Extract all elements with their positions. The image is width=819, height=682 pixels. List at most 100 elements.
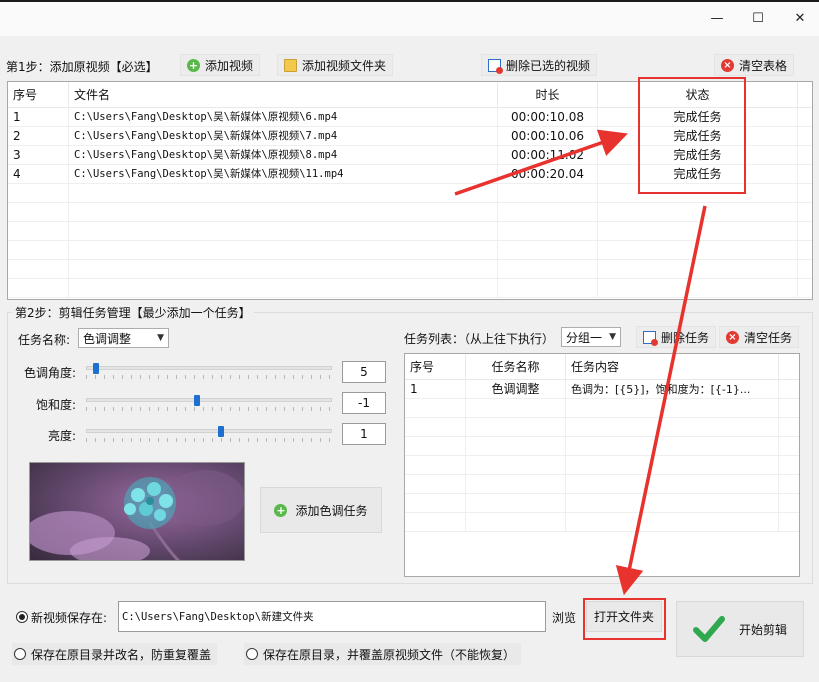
task-name-value: 色调调整 — [83, 331, 132, 346]
hue-value-box[interactable]: 5 — [342, 361, 386, 383]
option-rename-radio[interactable] — [14, 648, 26, 660]
status-highlight-box — [638, 77, 746, 194]
empty-row — [405, 494, 799, 513]
minimize-icon: — — [710, 10, 724, 26]
option-rename-label: 保存在原目录并改名，防重复覆盖 — [31, 647, 212, 662]
clear-icon: × — [726, 330, 739, 344]
task-row-name: 色调调整 — [466, 380, 566, 399]
hue-label: 色调角度: — [24, 366, 77, 380]
task-row-index: 1 — [405, 380, 466, 399]
maximize-button[interactable]: ☐ — [738, 6, 778, 30]
delete-task-label: 删除任务 — [661, 330, 710, 345]
step1-title: 第1步：添加原视频【必选】 — [6, 60, 158, 74]
empty-row — [8, 203, 812, 222]
task-name-label: 任务名称: — [18, 333, 71, 347]
row-index: 1 — [8, 108, 69, 127]
hue-slider[interactable] — [86, 362, 332, 380]
empty-row — [405, 399, 799, 418]
hue-slider-thumb[interactable] — [93, 363, 99, 374]
option-rename[interactable]: 保存在原目录并改名，防重复覆盖 — [12, 643, 218, 665]
start-edit-label: 开始剪辑 — [738, 622, 787, 637]
plus-icon: + — [274, 503, 288, 517]
minimize-button[interactable]: — — [697, 6, 737, 30]
row-duration: 00:00:20.04 — [498, 165, 598, 184]
folder-icon — [284, 58, 297, 72]
window-top-edge — [0, 0, 819, 2]
saturation-value: -1 — [358, 396, 370, 410]
clear-table-button[interactable]: × 清空表格 — [714, 54, 795, 76]
delete-selected-label: 删除已选的视频 — [506, 58, 591, 73]
add-folder-button[interactable]: 添加视频文件夹 — [277, 54, 394, 76]
row-filename: C:\Users\Fang\Desktop\吴\新媒体\原视频\11.mp4 — [69, 165, 498, 184]
output-path-value: C:\Users\Fang\Desktop\新建文件夹 — [122, 611, 314, 623]
start-edit-button[interactable]: 开始剪辑 — [676, 601, 804, 657]
empty-row — [405, 456, 799, 475]
saturation-slider[interactable] — [86, 394, 332, 412]
task-list-label: 任务列表：（从上往下执行） — [404, 332, 555, 346]
close-button[interactable]: ✕ — [780, 6, 819, 30]
step2-title: 第2步：剪辑任务管理【最少添加一个任务】 — [12, 304, 254, 321]
new-location-radio[interactable] — [16, 611, 28, 623]
task-table-header: 序号 任务名称 任务内容 — [405, 354, 799, 380]
clear-icon: × — [721, 58, 734, 72]
saturation-label: 饱和度: — [36, 398, 77, 412]
empty-row — [8, 279, 812, 298]
brightness-slider-thumb[interactable] — [218, 426, 224, 437]
preview-image — [29, 462, 245, 561]
add-tone-task-button[interactable]: + 添加色调任务 — [260, 487, 382, 533]
add-tone-task-label: 添加色调任务 — [295, 503, 368, 518]
brightness-slider[interactable] — [86, 425, 332, 443]
option-overwrite-radio[interactable] — [246, 648, 258, 660]
saturation-slider-thumb[interactable] — [194, 395, 200, 406]
empty-row — [8, 222, 812, 241]
chevron-down-icon: ▼ — [157, 333, 164, 343]
row-filename: C:\Users\Fang\Desktop\吴\新媒体\原视频\7.mp4 — [69, 127, 498, 146]
add-video-label: 添加视频 — [205, 58, 254, 73]
new-location-label: 新视频保存在: — [31, 611, 108, 625]
row-filename: C:\Users\Fang\Desktop\吴\新媒体\原视频\8.mp4 — [69, 146, 498, 165]
browse-link[interactable]: 浏览 — [552, 609, 576, 626]
delete-selected-button[interactable]: 删除已选的视频 — [481, 54, 598, 76]
task-name-select[interactable]: 色调调整 ▼ — [78, 328, 169, 348]
close-icon: ✕ — [794, 10, 806, 26]
add-folder-label: 添加视频文件夹 — [302, 58, 387, 73]
empty-row — [405, 437, 799, 456]
col-index[interactable]: 序号 — [8, 82, 69, 108]
checkmark-icon — [692, 616, 725, 642]
maximize-icon: ☐ — [752, 10, 764, 26]
brightness-label: 亮度: — [48, 429, 77, 443]
clear-tasks-button[interactable]: × 清空任务 — [719, 326, 800, 348]
col-task-name[interactable]: 任务名称 — [466, 354, 566, 380]
empty-row — [405, 418, 799, 437]
chevron-down-icon: ▼ — [609, 332, 616, 342]
group-select[interactable]: 分组一 ▼ — [561, 327, 621, 347]
delete-window-icon — [643, 330, 658, 346]
row-index: 2 — [8, 127, 69, 146]
col-filename[interactable]: 文件名 — [69, 82, 498, 108]
table-row[interactable]: 1 色调调整 色调为：[{5}]，饱和度为：[{-1}... — [405, 380, 799, 399]
col-task-index[interactable]: 序号 — [405, 354, 466, 380]
clear-tasks-label: 清空任务 — [744, 330, 793, 345]
task-row-content: 色调为：[{5}]，饱和度为：[{-1}... — [566, 380, 779, 399]
empty-row — [405, 513, 799, 532]
empty-row — [405, 475, 799, 494]
group-value: 分组一 — [566, 330, 603, 345]
add-video-button[interactable]: + 添加视频 — [180, 54, 261, 76]
saturation-value-box[interactable]: -1 — [342, 392, 386, 414]
row-duration: 00:00:10.08 — [498, 108, 598, 127]
brightness-value-box[interactable]: 1 — [342, 423, 386, 445]
task-table[interactable]: 序号 任务名称 任务内容 1 色调调整 色调为：[{5}]，饱和度为：[{-1}… — [404, 353, 800, 577]
row-filename: C:\Users\Fang\Desktop\吴\新媒体\原视频\6.mp4 — [69, 108, 498, 127]
plus-icon: + — [187, 58, 200, 72]
output-path-input[interactable]: C:\Users\Fang\Desktop\新建文件夹 — [118, 601, 546, 632]
hue-value: 5 — [360, 365, 368, 379]
col-duration[interactable]: 时长 — [498, 82, 598, 108]
option-overwrite[interactable]: 保存在原目录，并覆盖原视频文件（不能恢复） — [244, 643, 522, 665]
row-duration: 00:00:10.06 — [498, 127, 598, 146]
row-duration: 00:00:11.02 — [498, 146, 598, 165]
col-task-content[interactable]: 任务内容 — [566, 354, 779, 380]
brightness-value: 1 — [360, 427, 368, 441]
clear-table-label: 清空表格 — [739, 58, 788, 73]
option-overwrite-label: 保存在原目录，并覆盖原视频文件（不能恢复） — [263, 647, 516, 662]
delete-task-button[interactable]: 删除任务 — [636, 326, 717, 348]
